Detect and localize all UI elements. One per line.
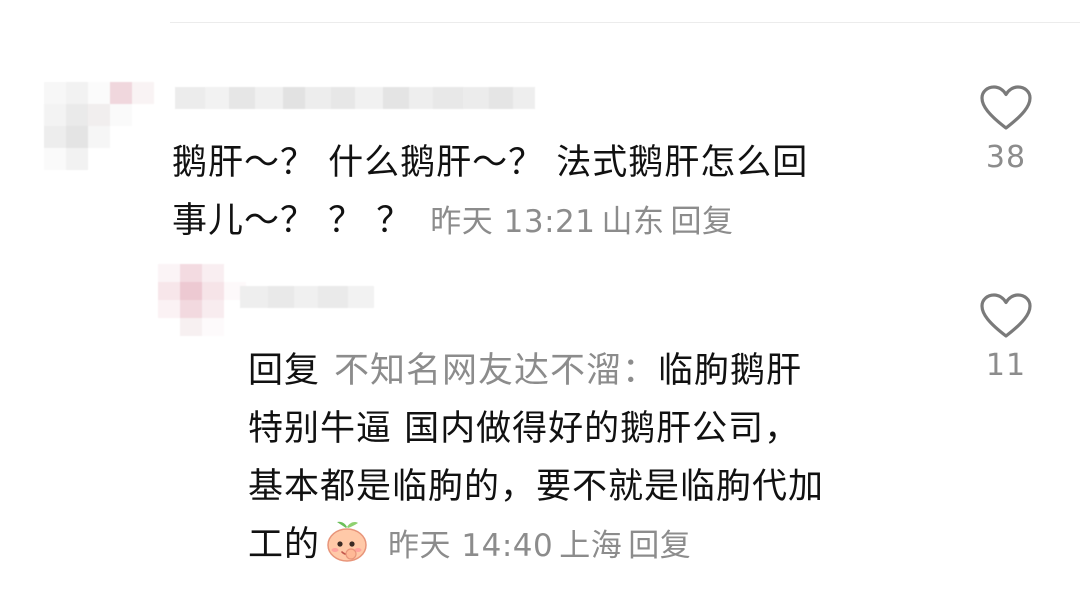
reply-button[interactable]: 回复 <box>670 204 733 240</box>
comment-thread: 鹅肝～？ 什么鹅肝～？ 法式鹅肝怎么回 事儿～？ ？ ？昨天 13:21 山东 回复… <box>0 0 1080 594</box>
comment-item: 鹅肝～？ 什么鹅肝～？ 法式鹅肝怎么回 事儿～？ ？ ？ 昨天 13:21 山东 回复… <box>0 0 1080 250</box>
avatar[interactable] <box>44 82 154 170</box>
reply-prefix: 回复 <box>248 351 321 391</box>
comment-meta: 昨天 14:40 上海 回复 <box>388 528 697 564</box>
heart-outline-icon <box>966 292 1046 340</box>
username[interactable] <box>175 87 535 109</box>
comment-line: 基本都是临朐的，要不就是临朐代加 <box>248 467 825 507</box>
comment-line-text: 事儿～？ ？ ？ <box>172 201 413 241</box>
comment-meta: 昨天 13:21 山东 回复 <box>430 204 739 240</box>
comment-line: 鹅肝～？ 什么鹅肝～？ 法式鹅肝怎么回 <box>172 143 809 183</box>
comment-text: 鹅肝～？ 什么鹅肝～？ 法式鹅肝怎么回 事儿～？ ？ ？ 昨天 13:21 山东 回复 <box>172 134 932 251</box>
comment-line: 工的 昨天 14:40 上海 回复 <box>248 516 948 582</box>
reply-target-user[interactable]: 不知名网友达不溜： <box>334 351 658 391</box>
like-button[interactable]: 11 <box>966 292 1046 383</box>
peach-emoji-icon <box>324 518 370 582</box>
comment-line: 事儿～？ ？ ？ 昨天 13:21 山东 回复 <box>172 192 932 251</box>
comment-line: 特别牛逼 国内做得好的鹅肝公司， <box>248 409 801 449</box>
comment-text: 回复 不知名网友达不溜：临朐鹅肝 特别牛逼 国内做得好的鹅肝公司， 基本都是临朐的… <box>248 342 948 582</box>
timestamp: 昨天 14:40 <box>388 528 554 564</box>
location: 山东 <box>601 204 665 240</box>
comment-line-text: 工的 <box>248 525 321 565</box>
timestamp: 昨天 13:21 <box>430 204 596 240</box>
reply-button[interactable]: 回复 <box>628 528 691 564</box>
comment-line-text: 临朐鹅肝 <box>658 351 803 391</box>
location: 上海 <box>559 528 623 564</box>
comment-line: 回复 不知名网友达不溜：临朐鹅肝 <box>248 342 948 400</box>
avatar[interactable] <box>158 264 246 336</box>
like-button[interactable]: 38 <box>966 84 1046 175</box>
username[interactable] <box>240 286 374 308</box>
like-count: 38 <box>985 140 1027 175</box>
like-count: 11 <box>985 348 1027 383</box>
heart-outline-icon <box>966 84 1046 132</box>
reply-item: 回复 不知名网友达不溜：临朐鹅肝 特别牛逼 国内做得好的鹅肝公司， 基本都是临朐的… <box>0 250 1080 594</box>
